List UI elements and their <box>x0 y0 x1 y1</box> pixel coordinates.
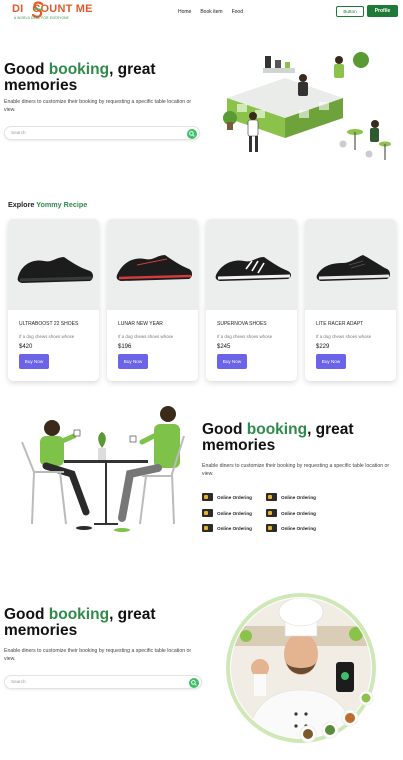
section3-title: Good booking, great memories <box>4 606 156 639</box>
search-icon[interactable] <box>189 677 199 688</box>
chef-portrait-image <box>226 593 376 743</box>
explore-title: Explore Yommy Recipe <box>8 200 88 209</box>
feature-label: Online Ordering <box>281 494 316 500</box>
buy-now-button[interactable]: Buy Now <box>19 354 49 369</box>
feature-item: Online Ordering <box>202 509 252 517</box>
feature-label: Online Ordering <box>217 510 252 516</box>
brand-logo[interactable]: DI COUNT ME A WORLD DEAL FOR EVERYONE <box>12 1 93 23</box>
section2-title-accent: booking <box>246 421 308 438</box>
header-button[interactable]: Button <box>336 6 364 17</box>
hero-search-input[interactable]: Search <box>4 126 200 140</box>
buy-now-button[interactable]: Buy Now <box>118 354 148 369</box>
hero-description: Enable diners to customize their booking… <box>4 99 192 113</box>
feature-label: Online Ordering <box>217 494 252 500</box>
online-ordering-icon <box>202 524 213 532</box>
product-description: If a dog chews shoes whose <box>217 334 273 339</box>
profile-button[interactable]: Profile <box>367 5 398 17</box>
online-ordering-icon <box>266 524 277 532</box>
product-description: If a dog chews shoes whose <box>118 334 174 339</box>
product-price: $420 <box>19 344 33 350</box>
feature-item: Online Ordering <box>266 509 316 517</box>
diners-at-table-illustration <box>21 406 185 532</box>
section3-title-accent: booking <box>48 606 110 623</box>
section3-search-input[interactable]: Search <box>4 675 202 689</box>
search-placeholder: Search <box>11 130 26 135</box>
hero-title-accent: booking <box>48 61 110 78</box>
brand-name: DI COUNT ME <box>12 3 93 15</box>
product-description: If a dog chews shoes whose <box>19 334 75 339</box>
online-ordering-icon <box>266 493 277 501</box>
black-sneaker-image <box>8 219 99 310</box>
black-white-stripe-sneaker-image <box>206 219 297 310</box>
product-price: $245 <box>217 344 231 350</box>
black-red-sneaker-image <box>107 219 198 310</box>
nav-item-book-item[interactable]: Book item <box>200 9 222 15</box>
nav-item-home[interactable]: Home <box>178 9 191 15</box>
product-name: LITE RACER ADAPT <box>316 321 364 327</box>
nav-item-food[interactable]: Food <box>232 9 243 15</box>
feature-item: Online Ordering <box>202 493 252 501</box>
brand-tagline: A WORLD DEAL FOR EVERYONE <box>14 16 69 20</box>
top-navbar: DI COUNT ME A WORLD DEAL FOR EVERYONE Hom… <box>0 0 403 26</box>
online-ordering-icon <box>202 509 213 517</box>
search-placeholder: Search <box>11 679 26 684</box>
product-card[interactable]: SUPERNOVA SHOES If a dog chews shoes who… <box>206 219 297 381</box>
feature-item: Online Ordering <box>266 493 316 501</box>
feature-label: Online Ordering <box>281 525 316 531</box>
product-name: LUNAR NEW YEAR <box>118 321 163 327</box>
search-icon[interactable] <box>187 128 197 139</box>
feature-label: Online Ordering <box>281 510 316 516</box>
product-name: ULTRABOOST 22 SHOES <box>19 321 79 327</box>
feature-item: Online Ordering <box>266 524 316 532</box>
slip-on-sneaker-image <box>305 219 396 310</box>
buy-now-button[interactable]: Buy Now <box>217 354 247 369</box>
hero-title: Good booking, great memories <box>4 61 156 94</box>
product-name: SUPERNOVA SHOES <box>217 321 267 327</box>
product-price: $196 <box>118 344 132 350</box>
product-card[interactable]: ULTRABOOST 22 SHOES If a dog chews shoes… <box>8 219 99 381</box>
product-description: If a dog chews shoes whose <box>316 334 372 339</box>
section3-description: Enable diners to customize their booking… <box>4 648 192 662</box>
feature-label: Online Ordering <box>217 525 252 531</box>
online-ordering-icon <box>266 509 277 517</box>
product-card[interactable]: LUNAR NEW YEAR If a dog chews shoes whos… <box>107 219 198 381</box>
product-price: $229 <box>316 344 330 350</box>
section2-description: Enable diners to customize their booking… <box>202 463 390 477</box>
buy-now-button[interactable]: Buy Now <box>316 354 346 369</box>
restaurant-illustration <box>223 52 391 160</box>
section2-title: Good booking, great memories <box>202 421 354 454</box>
feature-item: Online Ordering <box>202 524 252 532</box>
main-nav: Home Book item Food <box>178 9 243 15</box>
product-card[interactable]: LITE RACER ADAPT If a dog chews shoes wh… <box>305 219 396 381</box>
online-ordering-icon <box>202 493 213 501</box>
